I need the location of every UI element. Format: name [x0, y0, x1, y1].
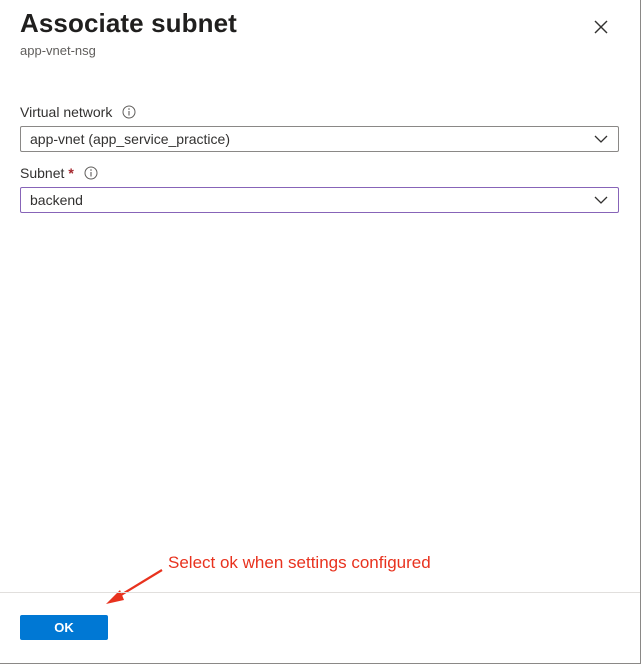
info-icon[interactable] — [122, 105, 136, 119]
chevron-down-icon — [594, 195, 608, 205]
subnet-value: backend — [30, 192, 83, 208]
subnet-label-text: Subnet — [20, 165, 65, 181]
subnet-dropdown[interactable]: backend — [20, 187, 619, 213]
virtual-network-label-text: Virtual network — [20, 104, 113, 120]
annotation-arrow-icon — [106, 569, 163, 604]
ok-button[interactable]: OK — [20, 615, 108, 640]
footer-divider — [0, 592, 640, 593]
dialog-title: Associate subnet — [20, 8, 237, 38]
info-icon[interactable] — [84, 166, 98, 180]
required-marker: * — [68, 165, 74, 181]
associate-subnet-panel: Associate subnet app-vnet-nsg Virtual ne… — [0, 0, 641, 664]
annotation-text: Select ok when settings configured — [168, 553, 431, 572]
virtual-network-dropdown[interactable]: app-vnet (app_service_practice) — [20, 126, 619, 152]
chevron-down-icon — [594, 134, 608, 144]
virtual-network-label: Virtual network — [20, 104, 136, 120]
close-button[interactable] — [588, 14, 614, 40]
virtual-network-value: app-vnet (app_service_practice) — [30, 131, 230, 147]
close-icon — [594, 20, 608, 34]
dialog-subtitle: app-vnet-nsg — [20, 43, 96, 58]
subnet-label: Subnet * — [20, 165, 98, 181]
